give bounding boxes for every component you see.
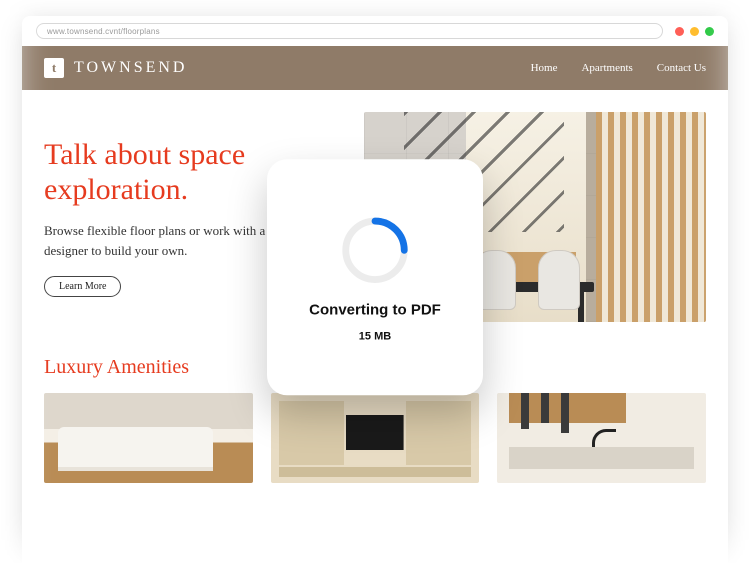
site-header: t TOWNSEND Home Apartments Contact Us [22, 46, 728, 90]
amenity-card-media[interactable] [271, 393, 480, 483]
pendant-light-icon [561, 393, 569, 433]
url-bar[interactable]: www.townsend.cvnt/floorplans [36, 23, 663, 39]
learn-more-button[interactable]: Learn More [44, 276, 121, 297]
nav-home[interactable]: Home [531, 62, 558, 74]
maximize-icon[interactable] [705, 27, 714, 36]
nav-apartments[interactable]: Apartments [581, 62, 632, 74]
amenities-grid [44, 393, 706, 483]
amenity-card-kitchen[interactable] [497, 393, 706, 483]
brand-logo-icon: t [44, 58, 64, 78]
hero-image-slats [596, 112, 706, 322]
brand-name: TOWNSEND [74, 59, 187, 77]
modal-title: Converting to PDF [309, 301, 441, 318]
progress-spinner-icon [336, 211, 414, 289]
pendant-light-icon [521, 393, 529, 429]
convert-modal: Converting to PDF 15 MB [267, 159, 483, 395]
close-icon[interactable] [675, 27, 684, 36]
primary-nav: Home Apartments Contact Us [531, 62, 706, 74]
url-text: www.townsend.cvnt/floorplans [47, 27, 160, 36]
hero-image-chair [538, 250, 580, 310]
hero-subtitle: Browse flexible floor plans or work with… [44, 221, 294, 260]
minimize-icon[interactable] [690, 27, 699, 36]
nav-contact[interactable]: Contact Us [657, 62, 706, 74]
faucet-icon [592, 429, 616, 453]
hero-title-line2: exploration. [44, 173, 188, 206]
modal-filesize: 15 MB [359, 330, 391, 342]
amenity-card-bedroom[interactable] [44, 393, 253, 483]
brand[interactable]: t TOWNSEND [44, 58, 187, 78]
pendant-light-icon [541, 393, 549, 423]
hero-title-line1: Talk about space [44, 138, 245, 171]
browser-chrome: www.townsend.cvnt/floorplans [22, 16, 728, 46]
window-controls [675, 27, 714, 36]
